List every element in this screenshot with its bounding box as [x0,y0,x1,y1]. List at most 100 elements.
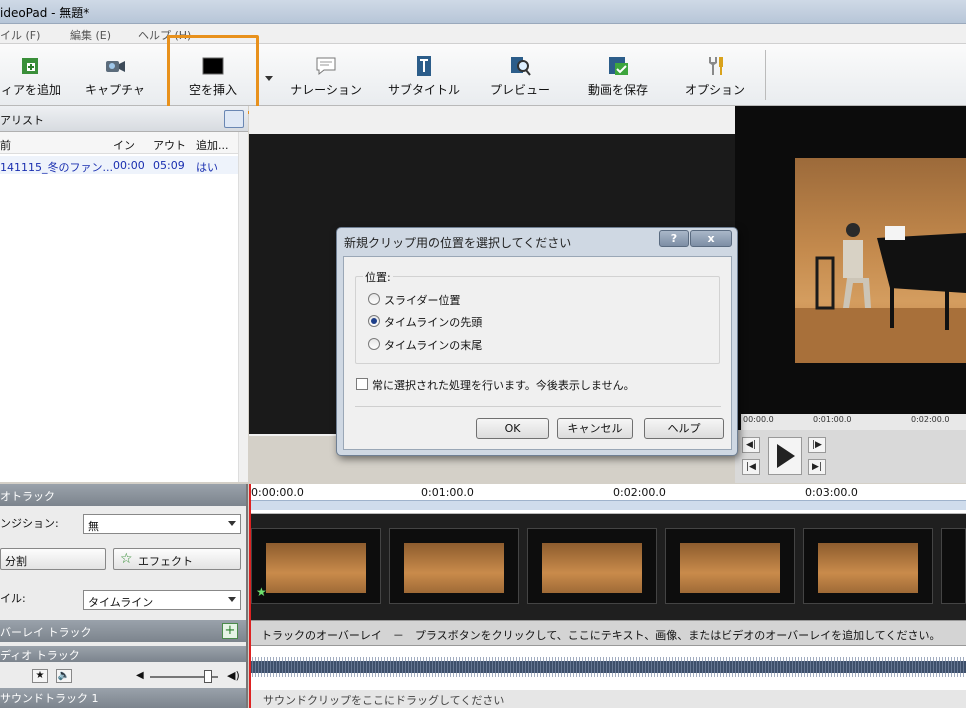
chevron-down-icon [265,76,273,81]
video-clip-thumb[interactable] [941,528,966,604]
video-clip-thumb[interactable] [665,528,795,604]
timeline-scrollbar[interactable] [249,500,966,510]
dialog-help-button[interactable]: ? [659,230,689,247]
media-list-title: アリスト [0,114,44,127]
overlay-track-label: バーレイ トラック [0,626,92,639]
playhead[interactable] [249,484,251,708]
media-list-menu-icon[interactable] [224,110,244,128]
mute-icon[interactable]: 🔈 [56,669,72,683]
split-button[interactable]: 分割 [0,548,106,570]
column-in[interactable]: イン [113,137,135,153]
timeline-tick: 0:03:00.0 [805,486,858,499]
subtitle-button[interactable]: サブタイトル [384,50,464,102]
overlay-track-header: バーレイ トラック + [0,620,246,642]
dialog-close-button[interactable]: x [690,230,732,247]
radio-timeline-start[interactable] [368,315,380,327]
transition-label: ンジション: [0,517,59,530]
volume-high-icon: ◀) [227,669,240,682]
preview-tick: 00:00.0 [743,415,774,424]
clip-thumbnail-image [542,543,642,593]
chevron-down-icon [228,597,236,602]
transition-value: 無 [88,520,99,533]
skip-end-icon[interactable]: ▶| [808,459,826,475]
video-clip-thumb[interactable] [389,528,519,604]
media-list-header: アリスト [0,106,248,132]
preview-tick: 0:01:00.0 [813,415,852,424]
video-track-header: オトラック [0,484,246,506]
preview-ruler[interactable]: 00:00.0 0:01:00.0 0:02:00.0 [741,414,966,430]
transition-select[interactable]: 無 [83,514,241,534]
narration-button[interactable]: ナレーション [286,50,366,102]
toolbar: ィアを追加 キャプチャ 空を挿入 ナレーション サブタイトル プレビュー 動画を… [0,44,966,106]
help-button[interactable]: ヘルプ [644,418,724,439]
sound-track[interactable]: サウンドクリップをここにドラッグしてください [249,690,966,708]
cancel-button[interactable]: キャンセル [557,418,633,439]
dialog-divider [355,406,721,407]
audio-effect-star-button[interactable]: ★ [32,669,48,683]
radio-timeline-start-label: タイムラインの先頭 [384,316,483,329]
timeline-tick: 0:02:00.0 [613,486,666,499]
video-clip-thumb[interactable] [803,528,933,604]
radio-slider-position[interactable] [368,293,380,305]
title-bar: ideoPad - 無題* [0,0,966,24]
save-video-button[interactable]: 動画を保存 [582,50,654,102]
media-list-scrollbar[interactable] [238,132,248,482]
ok-button[interactable]: OK [476,418,549,439]
timeline-ruler[interactable]: 0:00:00.0 0:01:00.0 0:02:00.0 0:03:00.0 [249,484,966,514]
radio-timeline-end-label: タイムラインの末尾 [384,339,483,352]
effect-star-icon: ★ [256,585,267,599]
save-film-icon [609,57,628,75]
window-title: ideoPad - 無題* [0,6,90,20]
video-track-label: オトラック [0,490,55,503]
video-clip-thumb[interactable] [527,528,657,604]
effect-label: エフェクト [138,555,193,568]
preview-button[interactable]: プレビュー [484,50,556,102]
sound-track-header: サウンドトラック 1 [0,688,246,708]
menu-file[interactable]: イル (F) [0,27,40,43]
play-icon [777,444,795,468]
skip-start-icon[interactable]: |◀ [742,459,760,475]
add-media-button[interactable]: ィアを追加 [0,50,62,102]
column-name[interactable]: 前 [0,137,11,153]
preview-tick: 0:02:00.0 [911,415,950,424]
subtitle-icon [417,56,431,76]
effect-button[interactable]: ☆ エフェクト [113,548,241,570]
clip-thumbnail-image [818,543,918,593]
column-added[interactable]: 追加... [196,137,229,153]
toolbar-divider [765,50,766,100]
clip-added: はい [196,161,218,174]
style-label: イル: [0,592,26,605]
timeline-tick: 0:00:00.0 [251,486,304,499]
video-track[interactable]: ★ [249,514,966,620]
dont-show-again-label: 常に選択された処理を行います。今後表示しません。 [372,379,635,392]
track-controls-panel: オトラック ンジション: 無 分割 ☆ エフェクト イル: タイムライン バーレ… [0,484,248,708]
pianist-scene-image [795,223,966,363]
dont-show-again-checkbox[interactable] [356,378,368,390]
list-item[interactable]: 141115_冬のファン... 00:00 05:09 はい [0,156,238,174]
audio-track-header: ディオ トラック [0,646,246,662]
menu-edit[interactable]: 編集 (E) [70,27,111,43]
style-select[interactable]: タイムライン [83,590,241,610]
video-clip-thumb[interactable]: ★ [251,528,381,604]
volume-slider-handle[interactable] [204,670,212,683]
clip-in: 00:00 [113,159,145,172]
clip-thumbnail-image [404,543,504,593]
capture-button[interactable]: キャプチャ [82,50,148,102]
insert-dropdown-button[interactable] [262,50,276,102]
chevron-down-icon [228,521,236,526]
options-button[interactable]: オプション [680,50,750,102]
overlay-track[interactable]: トラックのオーバーレイ － プラスボタンをクリックして、ここにテキスト、画像、ま… [249,620,966,646]
timeline-tick: 0:01:00.0 [421,486,474,499]
clip-thumbnail-image [680,543,780,593]
media-list-columns: 前 イン アウト 追加... [0,132,238,154]
play-button[interactable] [768,437,802,475]
position-group-label: 位置: [363,269,393,285]
step-back-icon[interactable]: ◀| [742,437,760,453]
column-out[interactable]: アウト [153,137,186,153]
speech-bubble-icon [316,57,336,76]
step-forward-icon[interactable]: |▶ [808,437,826,453]
wrench-icon [709,57,723,75]
add-overlay-button[interactable]: + [222,623,238,639]
radio-timeline-end[interactable] [368,338,380,350]
overlay-hint: トラックのオーバーレイ － プラスボタンをクリックして、ここにテキスト、画像、ま… [261,629,941,642]
